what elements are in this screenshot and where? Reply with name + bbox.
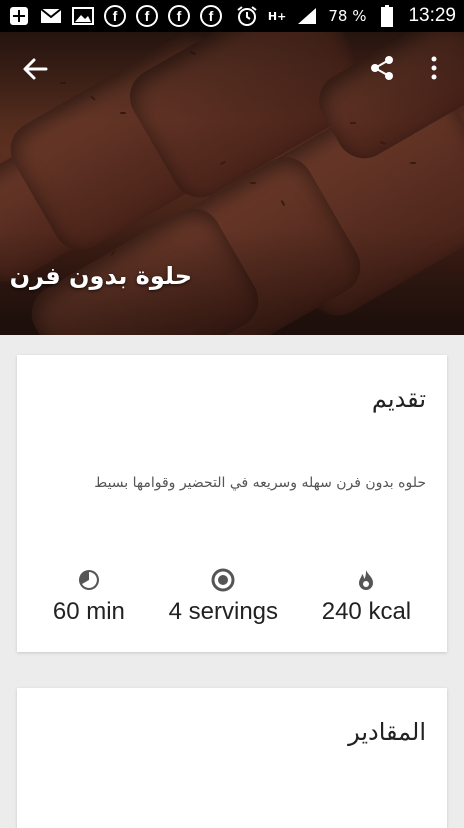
time-stat: 60 min <box>53 568 125 626</box>
mail-icon <box>40 5 62 27</box>
clock-icon <box>77 568 101 592</box>
time-value: 60 min <box>52 598 125 625</box>
servings-stat: 4 servings <box>169 568 278 626</box>
calories-value: 240 kcal <box>321 598 412 625</box>
ingredients-card: المقادير <box>17 688 447 828</box>
back-arrow-icon[interactable] <box>20 54 50 84</box>
facebook-icon: f <box>168 5 190 27</box>
intro-heading: تقديم <box>371 385 426 413</box>
intro-card: تقديم حلوه بدون فرن سهله وسريعه في التحض… <box>17 355 447 652</box>
recipe-title: حلوة بدون فرن <box>9 262 192 290</box>
facebook-icon: f <box>200 5 222 27</box>
image-icon <box>72 5 94 27</box>
add-notification-icon <box>8 5 30 27</box>
flame-icon <box>354 568 378 592</box>
battery-icon <box>376 5 398 27</box>
share-icon[interactable] <box>368 54 396 82</box>
more-options-icon[interactable] <box>426 54 442 82</box>
network-type: H+ <box>267 9 287 23</box>
servings-value: 4 servings <box>168 598 279 625</box>
recipe-hero-image: حلوة بدون فرن <box>0 32 464 335</box>
servings-icon <box>211 568 235 592</box>
clock: 13:29 <box>408 5 456 26</box>
facebook-icon: f <box>104 5 126 27</box>
battery-percent: 78 % <box>328 7 367 25</box>
recipe-description: حلوه بدون فرن سهله وسريعه في التحضير وقو… <box>94 475 426 491</box>
facebook-icon: f <box>136 5 158 27</box>
calories-stat: 240 kcal <box>322 568 411 626</box>
status-bar: f f f f H+ 78 % 13:29 <box>0 0 464 32</box>
ingredients-heading: المقادير <box>348 718 426 746</box>
alarm-icon <box>236 5 258 27</box>
signal-icon <box>296 5 318 27</box>
recipe-stats: 60 min 4 servings 240 kcal <box>17 568 447 626</box>
